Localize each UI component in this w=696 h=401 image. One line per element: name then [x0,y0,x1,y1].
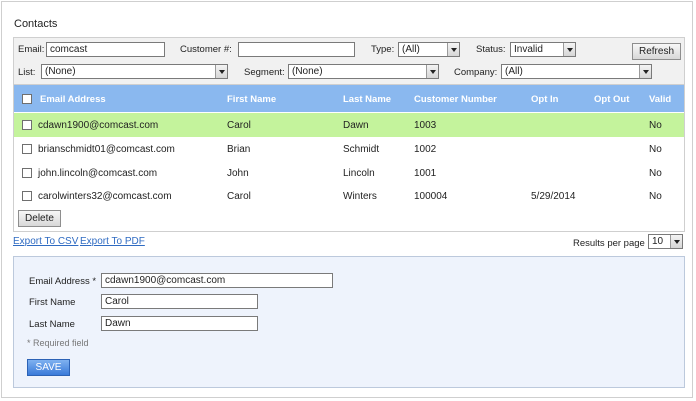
cell-customer-number: 100004 [414,191,448,202]
page-title: Contacts [14,18,58,30]
export-pdf-link[interactable]: Export To PDF [80,236,145,247]
email-filter-input[interactable]: comcast [46,42,165,57]
cell-email: john.lincoln@comcast.com [38,168,158,179]
row-checkbox[interactable] [22,144,32,154]
chevron-down-icon [670,235,682,248]
cell-valid: No [649,120,662,131]
customer-filter-label: Customer #: [180,44,232,55]
type-filter-label: Type: [371,44,395,55]
table-row[interactable]: carolwinters32@comcast.com Carol Winters… [14,184,684,208]
cell-customer-number: 1003 [414,120,437,131]
cell-valid: No [649,191,662,202]
cell-email: cdawn1900@comcast.com [38,120,159,131]
cell-valid: No [649,168,662,179]
email-address-label: Email Address * [29,276,97,287]
cell-last-name: Lincoln [343,168,375,179]
cell-first-name: Brian [227,144,251,155]
table-row[interactable]: cdawn1900@comcast.com Carol Dawn 1003 No [14,113,684,137]
contacts-table: Email Address First Name Last Name Custo… [13,85,685,232]
company-filter-label: Company: [454,67,498,78]
chevron-down-icon [426,65,438,78]
cell-customer-number: 1001 [414,168,437,179]
table-header: Email Address First Name Last Name Custo… [14,85,684,112]
type-filter-select[interactable]: (All) [398,42,460,57]
chevron-down-icon [639,65,651,78]
type-filter-value: (All) [402,44,420,55]
column-header-first-name[interactable]: First Name [227,94,276,105]
first-name-field[interactable]: Carol [101,294,258,309]
contacts-panel: Contacts Email: comcast Customer #: Type… [1,1,693,398]
table-row[interactable]: brianschmidt01@comcast.com Brian Schmidt… [14,137,684,161]
filter-bar: Email: comcast Customer #: Type: (All) S… [13,37,685,85]
row-checkbox[interactable] [22,120,32,130]
cell-last-name: Winters [343,191,377,202]
cell-first-name: John [227,168,249,179]
first-name-label: First Name [29,297,76,308]
cell-first-name: Carol [227,191,251,202]
cell-opt-in: 5/29/2014 [531,191,576,202]
results-per-page-select[interactable]: 10 [648,234,683,249]
column-header-valid[interactable]: Valid [649,94,671,105]
column-header-email[interactable]: Email Address [40,94,106,105]
email-filter-label: Email: [18,44,45,55]
cell-email: carolwinters32@comcast.com [38,191,172,202]
chevron-down-icon [215,65,227,78]
chevron-down-icon [447,43,459,56]
list-filter-value: (None) [45,66,76,77]
list-filter-label: List: [18,67,36,78]
cell-valid: No [649,144,662,155]
cell-first-name: Carol [227,120,251,131]
refresh-button[interactable]: Refresh [632,43,681,60]
chevron-down-icon [563,43,575,56]
cell-last-name: Schmidt [343,144,380,155]
column-header-opt-in[interactable]: Opt In [531,94,558,105]
row-checkbox[interactable] [22,168,32,178]
column-header-opt-out[interactable]: Opt Out [594,94,629,105]
delete-button[interactable]: Delete [18,210,61,227]
cell-last-name: Dawn [343,120,369,131]
customer-filter-input[interactable] [238,42,355,57]
export-csv-link[interactable]: Export To CSV [13,236,78,247]
last-name-field[interactable]: Dawn [101,316,258,331]
results-per-page-label: Results per page [573,238,645,249]
status-filter-value: Invalid [514,44,543,55]
segment-filter-select[interactable]: (None) [288,64,439,79]
list-filter-select[interactable]: (None) [41,64,228,79]
status-filter-select[interactable]: Invalid [510,42,576,57]
column-header-last-name[interactable]: Last Name [343,94,391,105]
company-filter-select[interactable]: (All) [501,64,652,79]
cell-email: brianschmidt01@comcast.com [38,144,175,155]
last-name-label: Last Name [29,319,75,330]
save-button[interactable]: SAVE [27,359,70,376]
row-checkbox[interactable] [22,191,32,201]
column-header-customer-number[interactable]: Customer Number [414,94,497,105]
table-row[interactable]: john.lincoln@comcast.com John Lincoln 10… [14,161,684,185]
email-address-field[interactable]: cdawn1900@comcast.com [101,273,333,288]
required-field-note: * Required field [27,338,89,348]
cell-customer-number: 1002 [414,144,437,155]
contact-edit-form: Email Address * cdawn1900@comcast.com Fi… [13,256,685,388]
segment-filter-value: (None) [292,66,323,77]
company-filter-value: (All) [505,66,523,77]
results-per-page-value: 10 [652,236,664,247]
status-filter-label: Status: [476,44,506,55]
select-all-checkbox[interactable] [22,94,32,104]
segment-filter-label: Segment: [244,67,285,78]
